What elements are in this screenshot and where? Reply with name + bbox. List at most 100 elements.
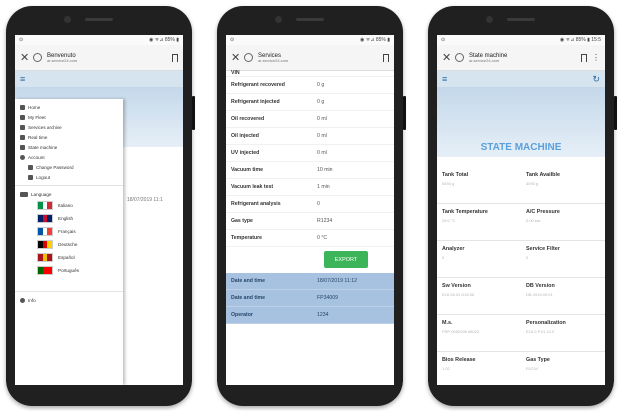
earpiece (85, 18, 113, 21)
drawer-item-change-password[interactable]: Change Password (15, 162, 123, 172)
hamburger-menu-icon[interactable]: ≡ (442, 74, 447, 84)
state-cell-value: FRP-0052008 #8022 (442, 329, 480, 334)
status-text: ◉ ᯤ⊿ 85% ▮ (359, 37, 390, 43)
site-info-icon[interactable] (33, 53, 42, 62)
url-titles: Benvenuto ar.service24.com (47, 53, 167, 63)
state-cell: Gas Type R1234 (521, 352, 605, 385)
refresh-icon[interactable]: ↻ (592, 74, 600, 85)
drawer-item-real-time[interactable]: Real time (15, 132, 123, 142)
state-cell: M.s. FRP-0052008 #8022 (437, 315, 521, 352)
state-cell-label: A/C Pressure (526, 209, 560, 215)
drawer-item-label: Home (28, 104, 41, 110)
detail-key: Refrigerant recovered (231, 82, 285, 88)
language-option-label: Português (58, 268, 79, 273)
language-option-label: Italiano (58, 203, 73, 208)
summary-row: Date and time FP34009 (226, 290, 394, 307)
camera-icon (64, 16, 71, 23)
close-tab-icon[interactable]: ✕ (442, 51, 451, 64)
state-cell-label: Bios Release (442, 357, 476, 363)
detail-value: 0 °C (317, 235, 328, 241)
detail-key: Vacuum time (231, 167, 264, 173)
language-header: Language (15, 189, 123, 199)
state-cell-value: 29.0 °C (442, 218, 456, 223)
grid-row: Tank Total 5493 g Tank Availble 3093 g (437, 167, 605, 204)
language-option[interactable]: Português (15, 264, 123, 277)
state-cell-value: 3093 g (526, 181, 539, 186)
state-cell: Tank Total 5493 g (437, 167, 521, 204)
side-key (192, 96, 195, 130)
drawer-item-state-machine[interactable]: State machine (15, 142, 123, 152)
home-icon (20, 104, 25, 110)
state-cell-label: Tank Availble (526, 172, 560, 178)
summary-value: 18/07/2019 11:12 (317, 278, 357, 284)
detail-value: 0 ml (317, 116, 327, 122)
language-option[interactable]: English (15, 212, 123, 225)
notification-icon: ⊙ (441, 37, 446, 43)
drawer-item-label: Logout (36, 174, 51, 180)
app-bar: ≡ ↻ (437, 71, 605, 87)
phone-screen-services: ⊙ ◉ ᯤ⊿ 85% ▮ ✕ Services ar.service24.com… (226, 35, 394, 385)
state-cell-value: 0 (442, 255, 445, 260)
detail-value: R1234 (317, 218, 333, 224)
side-key (403, 96, 406, 130)
drawer-item-logout[interactable]: Logout (15, 172, 123, 182)
app-bar: ≡ (15, 71, 183, 87)
account-icon (20, 154, 25, 160)
service-summary-list: Date and time 18/07/2019 11:12 Date and ti… (226, 273, 394, 324)
close-tab-icon[interactable]: ✕ (20, 51, 29, 64)
summary-key: Date and time (231, 295, 266, 301)
detail-row: UV injected 0 ml (226, 145, 394, 162)
state-machine-grid: Tank Total 5493 g Tank Availble 3093 g Tank … (437, 167, 605, 385)
export-button[interactable]: EXPORT (324, 251, 368, 268)
detail-row: Refrigerant analysis 0 (226, 196, 394, 213)
page-host: ar.service24.com (258, 57, 289, 63)
detail-rows: Refrigerant recovered 0 g Refrigerant inje… (226, 77, 394, 247)
state-cell-value: 5493 g (442, 181, 455, 186)
last-login-date: 18/07/2019 11:1 (127, 197, 163, 203)
language-option[interactable]: Français (15, 225, 123, 238)
phone-frame-right: ⊙ ◉ ᯤ⊿ 85% ▮ 15:5 ✕ State machine ar.ser… (428, 6, 617, 406)
state-cell-value: DB 2019.09.01 (526, 292, 553, 297)
drawer-item-account[interactable]: Account (15, 152, 123, 162)
state-cell-value: E16.0 P.01 10.0 (526, 329, 555, 334)
language-option[interactable]: Español (15, 251, 123, 264)
archive-icon (20, 124, 25, 130)
bookmark-icon[interactable] (383, 53, 389, 62)
phone-frame-left: ⊙ ◉ ᯤ⊿ 85% ▮ ✕ Benvenuto ar.service24.co… (6, 6, 195, 406)
camera-icon (486, 16, 493, 23)
detail-row: Oil recovered 0 ml (226, 111, 394, 128)
notification-icon: ⊙ (19, 37, 24, 43)
drawer-item-my-fleet[interactable]: My Fleet (15, 112, 123, 122)
drawer-item-services-archive[interactable]: Services archive (15, 122, 123, 132)
hamburger-menu-icon[interactable]: ≡ (20, 74, 25, 84)
detail-row: Refrigerant injected 0 g (226, 94, 394, 111)
bookmark-icon[interactable] (581, 53, 587, 62)
overflow-menu-icon[interactable]: ⋮ (592, 53, 600, 62)
earpiece (507, 18, 535, 21)
detail-row: Vacuum time 10 min (226, 162, 394, 179)
language-option[interactable]: Deutsche (15, 238, 123, 251)
close-tab-icon[interactable]: ✕ (231, 51, 240, 64)
grid-row: Tank Temperature 29.0 °C A/C Pressure 0.00 … (437, 204, 605, 241)
bookmark-icon[interactable] (172, 53, 178, 62)
state-cell: Sw Version E16.06.01 D16.06 (437, 278, 521, 315)
state-machine-title: STATE MACHINE (480, 142, 562, 153)
drawer-item-info[interactable]: Info (15, 295, 123, 305)
detail-value: 0 g (317, 99, 325, 105)
drawer-item-home[interactable]: Home (15, 102, 123, 112)
language-option[interactable]: Italiano (15, 199, 123, 212)
detail-value: 0 ml (317, 150, 327, 156)
state-cell-value: 0.00 bar (526, 218, 541, 223)
site-info-icon[interactable] (244, 53, 253, 62)
state-cell: Tank Availble 3093 g (521, 167, 605, 204)
summary-key: Operator (231, 312, 253, 318)
fleet-icon (20, 114, 25, 120)
detail-row: Gas type R1234 (226, 213, 394, 230)
state-cell-label: M.s. (442, 320, 453, 326)
detail-key: Oil injected (231, 133, 259, 139)
flag-icon (37, 214, 53, 223)
state-cell-label: DB Version (526, 283, 555, 289)
detail-value: 0 g (317, 82, 325, 88)
site-info-icon[interactable] (455, 53, 464, 62)
state-machine-icon (20, 144, 25, 150)
